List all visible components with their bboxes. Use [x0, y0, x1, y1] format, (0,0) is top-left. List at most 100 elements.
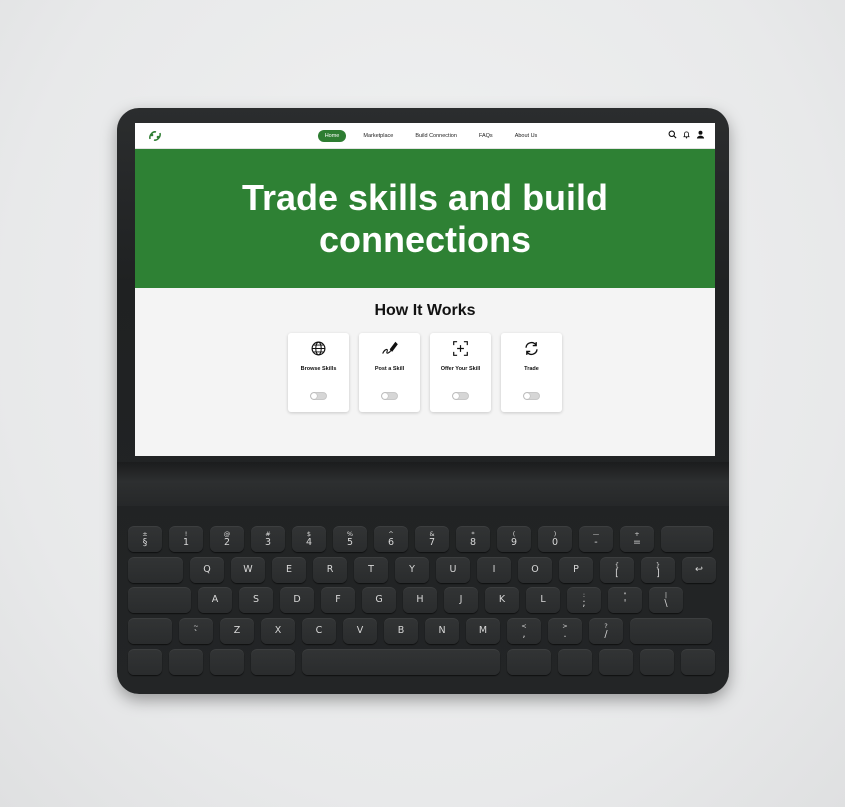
keyboard-modifier-key[interactable]	[507, 649, 551, 675]
keyboard-modifier-key[interactable]	[661, 526, 713, 552]
keyboard-key[interactable]: L	[526, 587, 560, 613]
keyboard-key[interactable]: ± §	[128, 526, 162, 552]
card-toggle[interactable]	[310, 392, 327, 400]
keyboard-key[interactable]: T	[354, 557, 388, 583]
card-offer-skill[interactable]: Offer Your Skill	[430, 333, 491, 412]
keyboard-modifier-key[interactable]	[558, 649, 592, 675]
keyboard-key[interactable]: :;	[567, 587, 601, 613]
keyboard-modifier-key[interactable]	[128, 649, 162, 675]
keyboard-row-bottom: ~ ` Z X C V B N M <, >. ? /	[128, 618, 712, 644]
keyboard-key[interactable]: E	[272, 557, 306, 583]
keyboard-row-space	[128, 649, 715, 675]
nav-icons	[668, 130, 705, 139]
keyboard-key[interactable]: Q	[190, 557, 224, 583]
keyboard-key[interactable]: ~ `	[179, 618, 213, 644]
add-frame-icon	[453, 341, 468, 356]
card-toggle[interactable]	[452, 392, 469, 400]
keyboard-modifier-key[interactable]	[251, 649, 295, 675]
keyboard-row-qwerty: Q W E R T Y U I O P {[}] ↩	[128, 557, 716, 583]
nav-link-marketplace[interactable]: Marketplace	[358, 130, 398, 142]
keyboard-key[interactable]: B	[384, 618, 418, 644]
keyboard-modifier-key[interactable]	[128, 587, 191, 613]
keyboard-key[interactable]: O	[518, 557, 552, 583]
keyboard-key[interactable]: >.	[548, 618, 582, 644]
keyboard-key[interactable]: | \	[649, 587, 683, 613]
keyboard-key[interactable]: N	[425, 618, 459, 644]
bell-icon[interactable]	[682, 130, 691, 139]
keyboard-modifier-key[interactable]	[128, 618, 172, 644]
keyboard-modifier-key[interactable]	[640, 649, 674, 675]
keyboard-key[interactable]: {[	[600, 557, 634, 583]
keyboard-key[interactable]: V	[343, 618, 377, 644]
keyboard-key[interactable]: ) 0	[538, 526, 572, 552]
card-toggle[interactable]	[381, 392, 398, 400]
keyboard-key[interactable]: % 5	[333, 526, 367, 552]
keyboard-key[interactable]: U	[436, 557, 470, 583]
keyboard-key[interactable]: + =	[620, 526, 654, 552]
keyboard-key[interactable]: #3	[251, 526, 285, 552]
keyboard-key[interactable]: G	[362, 587, 396, 613]
how-it-works-title: How It Works	[374, 302, 476, 319]
card-toggle[interactable]	[523, 392, 540, 400]
keyboard-key[interactable]: }]	[641, 557, 675, 583]
nav-links: Home Marketplace Build Connection FAQs A…	[317, 129, 543, 142]
hero-title: Trade skills and build connections	[241, 176, 609, 260]
keyboard-key[interactable]: J	[444, 587, 478, 613]
card-browse-skills[interactable]: Browse Skills	[288, 333, 349, 412]
nav-link-home[interactable]: Home	[317, 129, 347, 142]
keyboard-row-numbers: ± § ! 1 @2 #3 $4 % 5 ^ 6 & 7 * 8 (9 ) 0 — - + =	[128, 526, 713, 552]
keyboard-key[interactable]: — -	[579, 526, 613, 552]
nav-link-build-connection[interactable]: Build Connection	[410, 130, 462, 142]
user-icon[interactable]	[696, 130, 705, 139]
globe-icon	[311, 341, 326, 356]
keyboard-key[interactable]: ^ 6	[374, 526, 408, 552]
keyboard-key[interactable]: P	[559, 557, 593, 583]
pen-icon	[382, 341, 398, 354]
keyboard-key[interactable]: X	[261, 618, 295, 644]
keyboard-modifier-key[interactable]	[210, 649, 244, 675]
keyboard-key[interactable]: <,	[507, 618, 541, 644]
refresh-icon	[525, 342, 538, 355]
keyboard-key[interactable]: ! 1	[169, 526, 203, 552]
keyboard-key[interactable]: R	[313, 557, 347, 583]
how-it-works-cards: Browse Skills Post a Skill Offer Your Sk…	[135, 333, 715, 412]
keyboard-key[interactable]: * 8	[456, 526, 490, 552]
card-trade[interactable]: Trade	[501, 333, 562, 412]
keyboard-modifier-key[interactable]	[599, 649, 633, 675]
keyboard-key[interactable]: ? /	[589, 618, 623, 644]
keyboard-key[interactable]: H	[403, 587, 437, 613]
nav-link-about-us[interactable]: About Us	[510, 130, 543, 142]
keyboard-key[interactable]: D	[280, 587, 314, 613]
keyboard-key[interactable]: Z	[220, 618, 254, 644]
search-icon[interactable]	[668, 130, 677, 139]
logo-icon[interactable]	[147, 128, 163, 144]
keyboard: ± § ! 1 @2 #3 $4 % 5 ^ 6 & 7 * 8 (9 ) 0 — - + = Q W E R T Y U I O P {[}…	[128, 520, 720, 680]
keyboard-key[interactable]: F	[321, 587, 355, 613]
keyboard-key[interactable]: I	[477, 557, 511, 583]
keyboard-key[interactable]: (9	[497, 526, 531, 552]
keyboard-spacebar[interactable]	[302, 649, 500, 675]
keyboard-key[interactable]: ↩	[682, 557, 716, 583]
keyboard-key[interactable]: $4	[292, 526, 326, 552]
card-post-skill[interactable]: Post a Skill	[359, 333, 420, 412]
keyboard-key[interactable]: A	[198, 587, 232, 613]
keyboard-key[interactable]: " '	[608, 587, 642, 613]
keyboard-modifier-key[interactable]	[630, 618, 712, 644]
top-navbar: Home Marketplace Build Connection FAQs A…	[135, 123, 715, 149]
keyboard-modifier-key[interactable]	[128, 557, 183, 583]
keyboard-row-home: A S D F G H J K L:; " ' | \	[128, 587, 683, 613]
keyboard-modifier-key[interactable]	[169, 649, 203, 675]
keyboard-hinge	[117, 462, 729, 506]
keyboard-key[interactable]: C	[302, 618, 336, 644]
keyboard-key[interactable]: & 7	[415, 526, 449, 552]
keyboard-key[interactable]: M	[466, 618, 500, 644]
keyboard-key[interactable]: S	[239, 587, 273, 613]
keyboard-key[interactable]: @2	[210, 526, 244, 552]
tablet-screen: Home Marketplace Build Connection FAQs A…	[135, 123, 715, 456]
keyboard-key[interactable]: K	[485, 587, 519, 613]
keyboard-key[interactable]: Y	[395, 557, 429, 583]
card-label: Offer Your Skill	[440, 366, 481, 372]
keyboard-key[interactable]: W	[231, 557, 265, 583]
nav-link-faqs[interactable]: FAQs	[474, 130, 498, 142]
keyboard-modifier-key[interactable]	[681, 649, 715, 675]
